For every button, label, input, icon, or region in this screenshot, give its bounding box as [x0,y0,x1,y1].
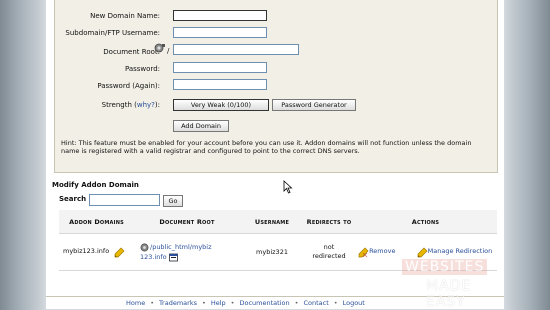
domain-name: mybiz123.info [63,247,110,255]
mouse-cursor-icon [283,180,293,194]
password-again-input[interactable] [173,79,267,90]
redirects-cell: not redirected [304,233,354,271]
remove-link[interactable]: Remove [369,247,395,255]
add-domain-button[interactable]: Add Domain [173,120,229,132]
document-root-prefix: / [167,47,170,55]
subdomain-label: Subdomain/FTP Username: [65,29,160,37]
home-folder-icon [154,43,166,53]
password-input[interactable] [173,62,267,73]
folder-edit-icon[interactable] [168,253,179,262]
document-root-link-continued[interactable]: 123.info [140,253,167,261]
password-generator-button[interactable]: Password Generator [272,99,356,111]
search-input[interactable] [89,194,160,206]
footer-link-home[interactable]: Home [126,299,145,307]
why-link[interactable]: why? [137,101,155,109]
go-button[interactable]: Go [163,195,183,207]
footer-link-documentation[interactable]: Documentation [240,299,290,307]
modify-addon-domain-title: Modify Addon Domain [52,181,139,189]
header-document-root[interactable]: Document Root [134,210,240,234]
password-again-label: Password (Again): [97,82,160,90]
footer-link-contact[interactable]: Contact [303,299,328,307]
add-addon-domain-panel: New Domain Name: Subdomain/FTP Username:… [54,0,498,173]
document-root-label: Document Root: [103,48,160,56]
watermark-logo: WEBSITES MADE EASY [382,256,500,310]
header-addon-domains[interactable]: Addon Domains [59,210,134,234]
footer-link-logout[interactable]: Logout [343,299,365,307]
username-cell: mybiz321 [240,233,304,271]
subdomain-input[interactable] [173,27,267,38]
edit-pencil-icon[interactable] [113,247,125,258]
strength-label: Strength (why?): [101,101,160,109]
table-header-row: Addon Domains Document Root Username Red… [59,210,497,234]
hint-text: Hint: This feature must be enabled for y… [61,139,472,155]
password-label: Password: [124,65,160,73]
folder-home-icon [140,243,150,252]
footer-nav: Home • Trademarks • Help • Documentation • Conta… [126,299,365,307]
footer-link-help[interactable]: Help [211,299,226,307]
header-username[interactable]: Username [240,210,304,234]
new-domain-label: New Domain Name: [90,12,160,20]
manage-redirection-link[interactable]: Manage Redirection [428,247,493,255]
search-label: Search [59,195,87,203]
document-root-input[interactable] [173,44,299,55]
redirect-status-line2: redirected [312,252,346,260]
new-domain-input[interactable] [173,10,267,21]
header-actions: Actions [354,210,497,234]
header-redirects-to[interactable]: Redirects to [304,210,354,234]
document-root-cell: /public_html/mybiz 123.info [134,233,240,271]
redirect-status-line1: not [323,243,335,251]
domain-cell: mybiz123.info [59,233,134,271]
remove-pencil-icon[interactable] [357,247,369,258]
footer-link-trademarks[interactable]: Trademarks [159,299,197,307]
document-root-link[interactable]: /public_html/mybiz [150,243,212,251]
strength-meter-button[interactable]: Very Weak (0/100) [173,99,269,111]
